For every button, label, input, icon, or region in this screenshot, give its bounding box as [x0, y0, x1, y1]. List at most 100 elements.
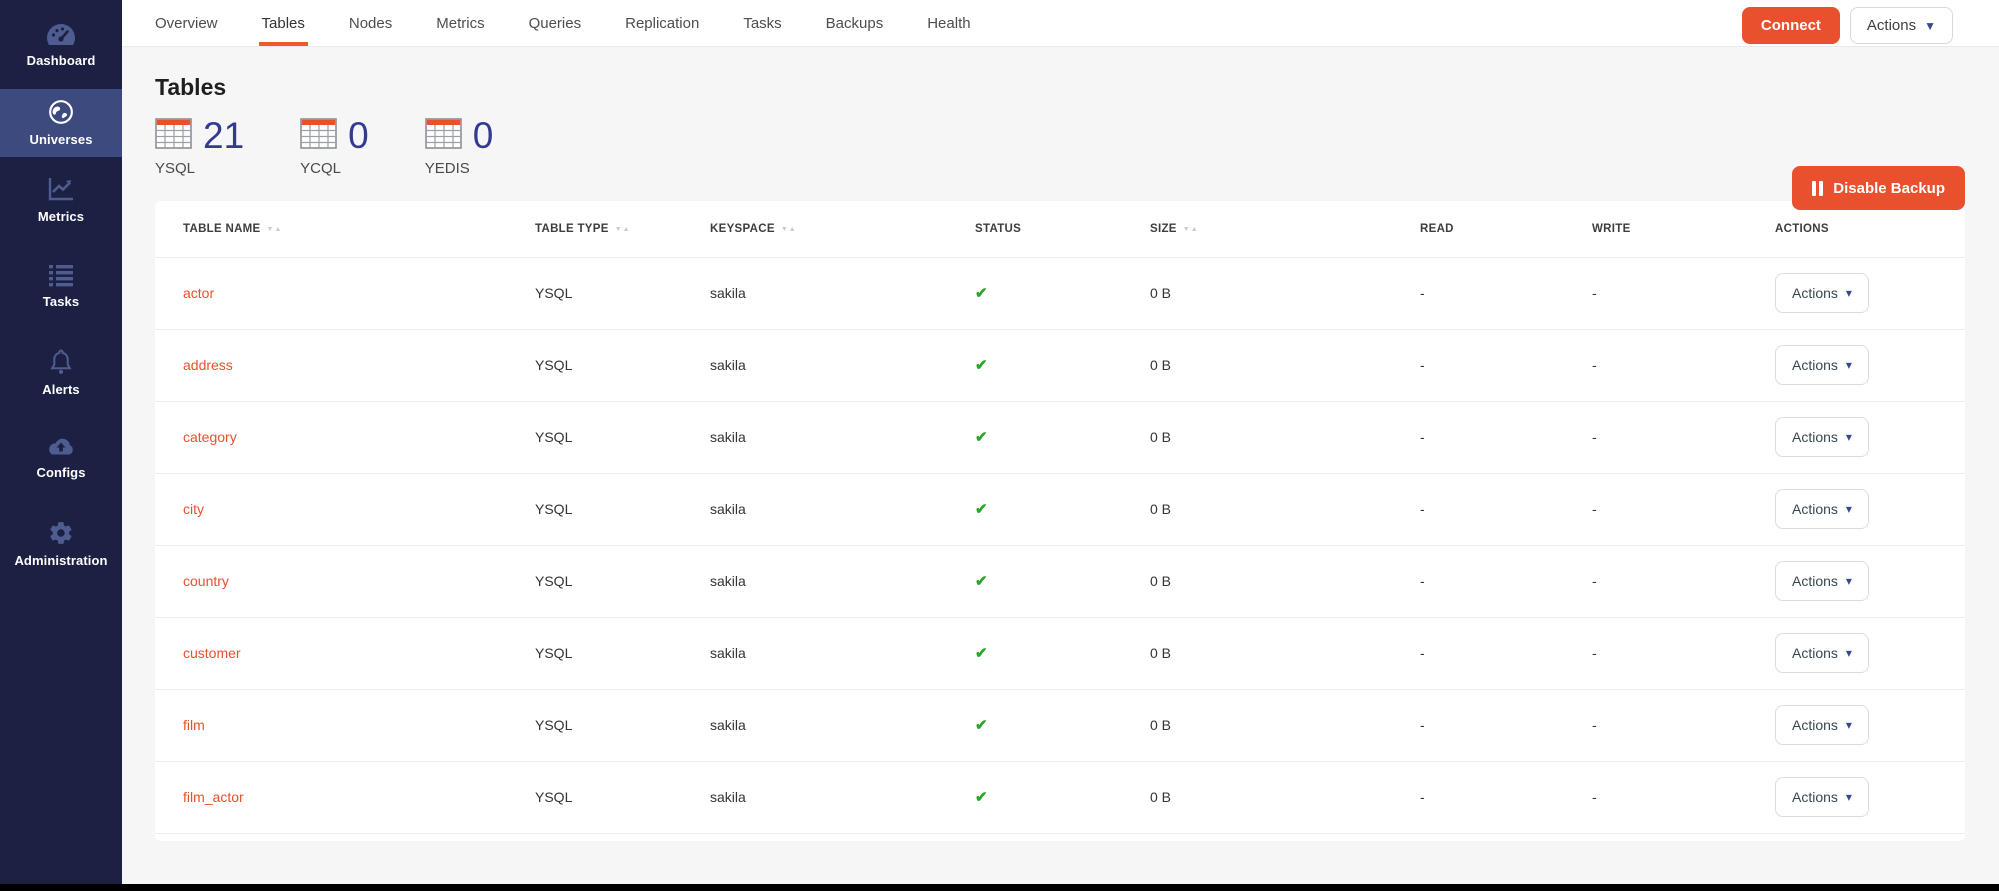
- sidebar-item-tasks[interactable]: Tasks: [0, 243, 122, 329]
- row-actions-button[interactable]: Actions ▾: [1775, 561, 1869, 601]
- column-header-size[interactable]: SIZE▼▲: [1150, 201, 1420, 257]
- status-check-icon: ✔: [975, 501, 988, 518]
- sidebar-item-administration[interactable]: Administration: [0, 501, 122, 587]
- read-cell: -: [1420, 761, 1592, 833]
- write-cell: -: [1592, 545, 1775, 617]
- sidebar-item-alerts[interactable]: Alerts: [0, 329, 122, 415]
- sidebar-item-universes[interactable]: Universes: [0, 89, 122, 157]
- row-actions-label: Actions: [1792, 501, 1838, 517]
- ysql-count: 21: [203, 117, 244, 154]
- tab-overview[interactable]: Overview: [155, 0, 218, 46]
- bell-icon: [48, 348, 74, 375]
- sidebar-item-dashboard[interactable]: Dashboard: [0, 0, 122, 89]
- tab-replication[interactable]: Replication: [625, 0, 699, 46]
- tab-tables[interactable]: Tables: [262, 0, 305, 46]
- main-area: Overview Tables Nodes Metrics Queries Re…: [122, 0, 1999, 891]
- sidebar-item-label: Alerts: [42, 382, 79, 397]
- chevron-down-icon: ▾: [1846, 647, 1852, 659]
- bottom-strip: [0, 884, 1999, 891]
- table-name-link[interactable]: film: [183, 717, 205, 733]
- tab-metrics[interactable]: Metrics: [436, 0, 484, 46]
- list-icon: [47, 263, 75, 287]
- table-name-link[interactable]: film_actor: [183, 789, 244, 805]
- keyspace-cell: sakila: [710, 401, 975, 473]
- sidebar-item-configs[interactable]: Configs: [0, 415, 122, 501]
- sidebar-item-label: Tasks: [43, 294, 79, 309]
- row-actions-label: Actions: [1792, 429, 1838, 445]
- read-cell: -: [1420, 329, 1592, 401]
- table-type-cell: YSQL: [535, 689, 710, 761]
- disable-backup-button[interactable]: Disable Backup: [1792, 166, 1965, 210]
- table-type-cell: YSQL: [535, 545, 710, 617]
- table-name-link[interactable]: actor: [183, 285, 214, 301]
- row-actions-button[interactable]: Actions ▾: [1775, 345, 1869, 385]
- table-name-link[interactable]: country: [183, 573, 229, 589]
- row-actions-button[interactable]: Actions ▾: [1775, 489, 1869, 529]
- tab-health[interactable]: Health: [927, 0, 970, 46]
- chevron-down-icon: ▾: [1846, 791, 1852, 803]
- column-header-table-name[interactable]: TABLE NAME▼▲: [155, 201, 535, 257]
- yedis-label: YEDIS: [425, 160, 494, 177]
- read-cell: -: [1420, 473, 1592, 545]
- size-cell: 0 B: [1150, 401, 1420, 473]
- size-cell: 0 B: [1150, 617, 1420, 689]
- dashboard-gauge-icon: [45, 22, 77, 46]
- column-header-table-type[interactable]: TABLE TYPE▼▲: [535, 201, 710, 257]
- sidebar-item-label: Dashboard: [27, 53, 96, 68]
- row-actions-label: Actions: [1792, 573, 1838, 589]
- gear-icon: [48, 520, 74, 546]
- ysql-label: YSQL: [155, 160, 244, 177]
- read-cell: -: [1420, 401, 1592, 473]
- size-cell: 0 B: [1150, 761, 1420, 833]
- universe-tab-bar: Overview Tables Nodes Metrics Queries Re…: [122, 0, 1999, 47]
- table-name-link[interactable]: city: [183, 501, 204, 517]
- table-grid-icon: [300, 118, 337, 154]
- write-cell: -: [1592, 473, 1775, 545]
- column-header-keyspace[interactable]: KEYSPACE▼▲: [710, 201, 975, 257]
- table-row: actor YSQL sakila ✔ 0 B - - Actions ▾: [155, 257, 1965, 329]
- table-type-cell: YSQL: [535, 473, 710, 545]
- universe-actions-label: Actions: [1867, 17, 1916, 34]
- row-actions-button[interactable]: Actions ▾: [1775, 777, 1869, 817]
- page-title: Tables: [155, 74, 1965, 101]
- tab-tasks[interactable]: Tasks: [743, 0, 781, 46]
- table-name-link[interactable]: category: [183, 429, 237, 445]
- keyspace-cell: sakila: [710, 761, 975, 833]
- universe-actions-button[interactable]: Actions ▼: [1850, 7, 1953, 44]
- pause-icon: [1812, 181, 1823, 196]
- sidebar: Dashboard Universes Metrics: [0, 0, 122, 891]
- row-actions-button[interactable]: Actions ▾: [1775, 705, 1869, 745]
- sort-icon: ▼▲: [615, 226, 631, 233]
- line-chart-icon: [47, 176, 75, 202]
- sidebar-item-label: Metrics: [38, 209, 84, 224]
- table-grid-icon: [155, 118, 192, 154]
- connect-button[interactable]: Connect: [1742, 7, 1840, 44]
- keyspace-cell: sakila: [710, 329, 975, 401]
- read-cell: -: [1420, 689, 1592, 761]
- sidebar-item-metrics[interactable]: Metrics: [0, 157, 122, 243]
- table-counts: 21 YSQL 0 YCQL: [155, 117, 1965, 177]
- read-cell: -: [1420, 257, 1592, 329]
- table-name-link[interactable]: customer: [183, 645, 241, 661]
- table-type-cell: YSQL: [535, 617, 710, 689]
- status-check-icon: ✔: [975, 789, 988, 806]
- chevron-down-icon: ▾: [1846, 287, 1852, 299]
- read-cell: -: [1420, 617, 1592, 689]
- chevron-down-icon: ▾: [1846, 431, 1852, 443]
- tab-queries[interactable]: Queries: [529, 0, 582, 46]
- row-actions-button[interactable]: Actions ▾: [1775, 273, 1869, 313]
- sidebar-item-label: Universes: [29, 132, 92, 147]
- tab-backups[interactable]: Backups: [826, 0, 884, 46]
- row-actions-button[interactable]: Actions ▾: [1775, 417, 1869, 457]
- table-name-link[interactable]: address: [183, 357, 233, 373]
- tab-nodes[interactable]: Nodes: [349, 0, 392, 46]
- table-type-cell: YSQL: [535, 257, 710, 329]
- row-actions-button[interactable]: Actions ▾: [1775, 633, 1869, 673]
- row-actions-label: Actions: [1792, 357, 1838, 373]
- row-actions-label: Actions: [1792, 285, 1838, 301]
- tables-table: TABLE NAME▼▲ TABLE TYPE▼▲ KEYSPACE▼▲ STA…: [155, 201, 1965, 834]
- size-cell: 0 B: [1150, 329, 1420, 401]
- write-cell: -: [1592, 329, 1775, 401]
- row-actions-label: Actions: [1792, 717, 1838, 733]
- table-row: film_actor YSQL sakila ✔ 0 B - - Actions…: [155, 761, 1965, 833]
